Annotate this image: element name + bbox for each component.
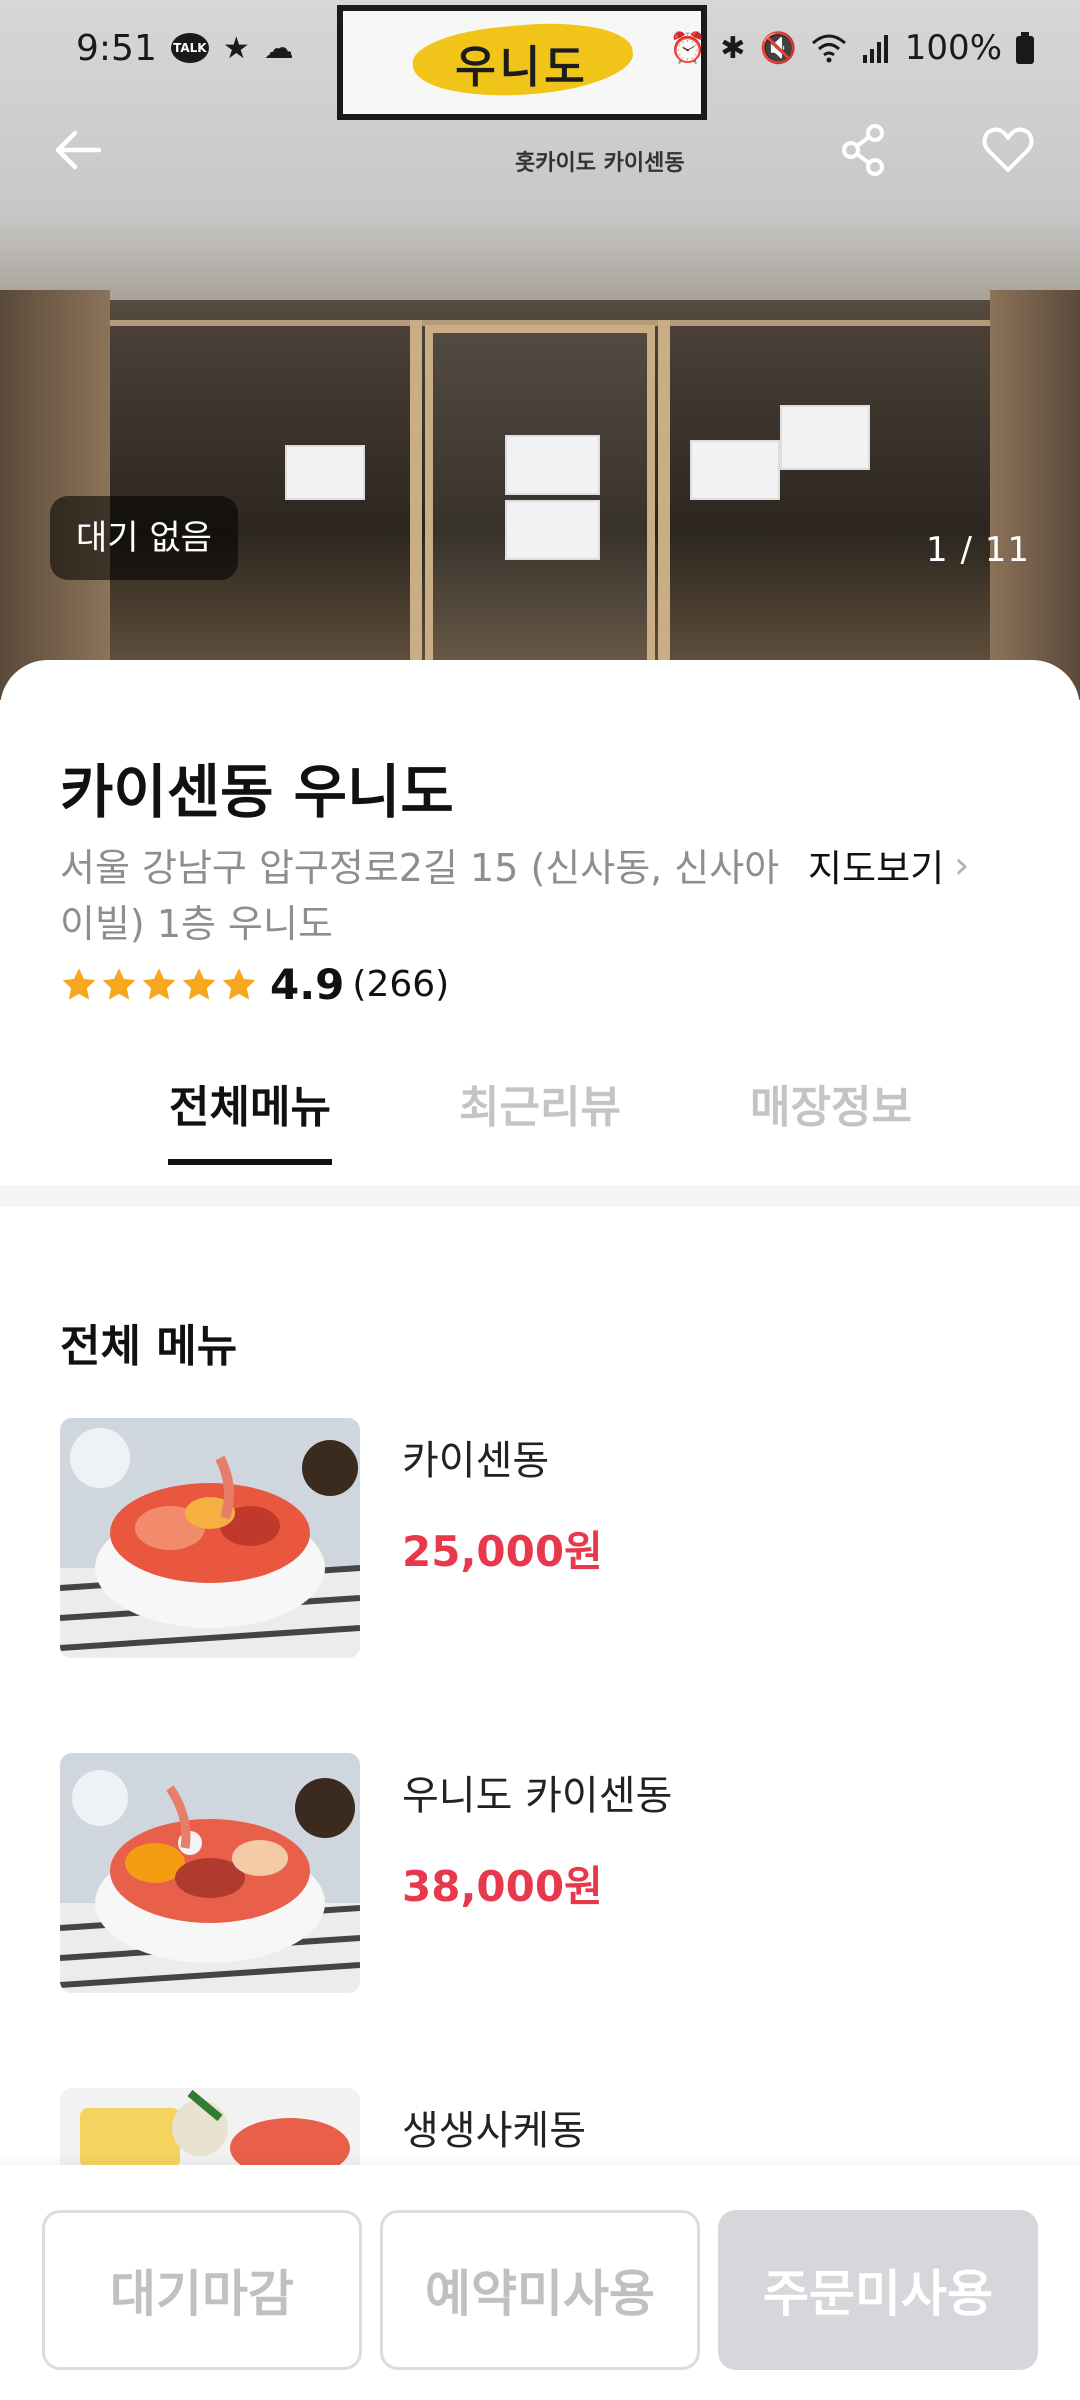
storefront-pillar — [990, 290, 1080, 700]
star-icon — [222, 967, 256, 1000]
tab-recent-reviews[interactable]: 최근리뷰 — [455, 1040, 625, 1165]
store-photo-carousel[interactable]: 우니도 홋카이도 카이센동 9:51 TALK ★ ☁ ⏰ ✱ 🔇 100% 대… — [0, 0, 1080, 700]
tab-all-menu[interactable]: 전체메뉴 — [168, 1040, 332, 1165]
menu-item[interactable]: 우니도 카이센동 38,000원 — [0, 1753, 1080, 1998]
star-icon — [142, 967, 176, 1000]
wifi-icon — [811, 34, 846, 63]
menu-item-name: 생생사케동 — [402, 2108, 586, 2154]
waitlist-closed-button[interactable]: 대기마감 — [42, 2210, 362, 2370]
storefront-pillar — [0, 290, 110, 700]
window-poster — [505, 500, 600, 560]
rating-row[interactable]: 4.9 (266) — [60, 960, 449, 1009]
menu-item-photo — [60, 1418, 360, 1658]
star-rating — [60, 966, 258, 1004]
star-icon — [62, 967, 96, 1000]
store-address: 서울 강남구 압구정로2길 15 (신사동, 신사아이빌) 1층 우니도 — [60, 846, 780, 946]
status-bar: 9:51 TALK ★ ☁ ⏰ ✱ 🔇 100% — [0, 0, 1080, 96]
section-divider — [0, 1185, 1080, 1207]
bluetooth-icon: ✱ — [720, 30, 746, 66]
door-frame — [410, 320, 422, 700]
store-name: 카이센동 우니도 — [60, 758, 454, 826]
menu-item-name: 우니도 카이센동 — [402, 1773, 673, 1819]
rating-score: 4.9 — [270, 960, 345, 1009]
view-map-label: 지도보기 — [808, 847, 945, 890]
order-unavailable-button[interactable]: 주문미사용 — [718, 2210, 1038, 2370]
star-icon — [182, 967, 216, 1000]
share-button[interactable] — [824, 110, 904, 190]
photo-counter: 1 / 11 — [926, 530, 1030, 570]
reservation-unavailable-button[interactable]: 예약미사용 — [380, 2210, 700, 2370]
star-icon — [102, 967, 136, 1000]
view-map-link[interactable]: 지도보기 › — [808, 838, 969, 892]
mute-icon: 🔇 — [759, 30, 797, 66]
menu-item-photo — [60, 1753, 360, 1993]
window-poster — [690, 440, 780, 500]
window-poster — [285, 445, 365, 500]
status-time: 9:51 — [76, 27, 157, 69]
bottom-action-bar: 대기마감 예약미사용 주문미사용 — [0, 2165, 1080, 2400]
review-count: (266) — [352, 964, 450, 1005]
favorite-button[interactable] — [968, 110, 1048, 190]
battery-icon — [1016, 32, 1034, 64]
back-arrow-icon — [55, 130, 102, 170]
chevron-right-icon: › — [954, 843, 970, 887]
menu-section-title: 전체 메뉴 — [60, 1321, 238, 1372]
alarm-icon: ⏰ — [668, 30, 707, 66]
kakaotalk-icon: TALK — [170, 33, 209, 63]
menu-item-name: 카이센동 — [402, 1438, 550, 1484]
battery-percent: 100% — [904, 28, 1002, 68]
door-frame — [658, 320, 670, 700]
wait-status-badge: 대기 없음 — [50, 496, 238, 580]
signal-icon — [862, 35, 888, 63]
cloud-icon: ☁ — [263, 30, 294, 66]
menu-item-price: 38,000원 — [402, 1862, 603, 1911]
star-icon: ★ — [222, 30, 250, 66]
store-detail-sheet: 카이센동 우니도 서울 강남구 압구정로2길 15 (신사동, 신사아이빌) 1… — [0, 660, 1080, 2400]
window-poster — [505, 435, 600, 495]
store-tabs: 전체메뉴 최근리뷰 매장정보 — [0, 1040, 1080, 1165]
top-navigation — [0, 110, 1080, 190]
menu-item[interactable]: 카이센동 25,000원 — [0, 1418, 1080, 1663]
menu-item-price: 25,000원 — [402, 1527, 603, 1576]
share-icon — [842, 124, 884, 176]
window-poster — [780, 405, 870, 470]
heart-icon — [982, 127, 1034, 172]
back-button[interactable] — [38, 110, 118, 190]
tab-store-info[interactable]: 매장정보 — [746, 1040, 916, 1165]
